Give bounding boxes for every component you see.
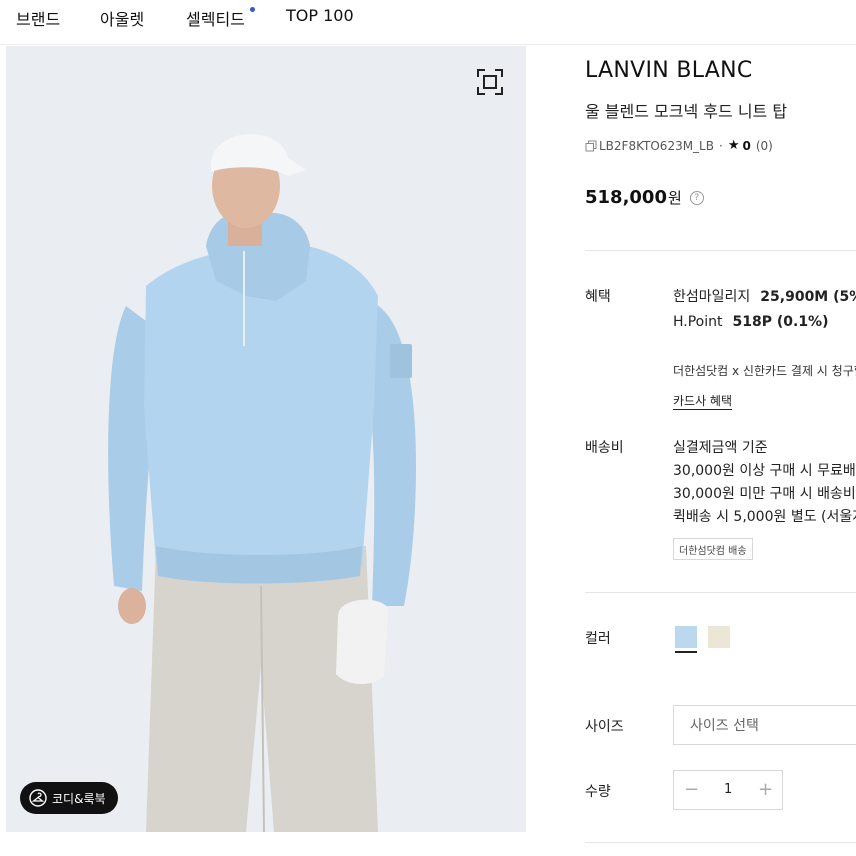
hpoint-label: H.Point bbox=[673, 314, 723, 330]
product-title: 울 블렌드 모크넥 후드 니트 탑 bbox=[585, 102, 788, 121]
lookbook-label: 코디&룩북 bbox=[52, 791, 106, 806]
shipping-line: 30,000원 미만 구매 시 배송비 부과 bbox=[673, 486, 856, 502]
delivery-tag: 더한섬닷컴 배송 bbox=[673, 538, 753, 560]
shipping-line: 퀵배송 시 5,000원 별도 (서울지역) bbox=[673, 509, 856, 525]
help-icon[interactable]: ? bbox=[689, 190, 704, 205]
plus-button[interactable]: + bbox=[758, 779, 773, 800]
hpoint-row: H.Point 518P (0.1%) bbox=[673, 314, 828, 330]
product-code: LB2F8KTO623M_LB bbox=[599, 138, 714, 153]
benefits-label: 혜택 bbox=[585, 289, 611, 305]
product-image[interactable] bbox=[6, 46, 526, 832]
shipping-label: 배송비 bbox=[585, 440, 624, 456]
nav-brand[interactable]: 브랜드 bbox=[16, 6, 60, 30]
price-value: 518,000 bbox=[585, 187, 667, 208]
color-swatch-beige[interactable] bbox=[708, 626, 730, 648]
top-nav: 브랜드 아울렛 셀렉티드 TOP 100 bbox=[0, 0, 856, 32]
size-placeholder: 사이즈 선택 bbox=[690, 718, 759, 734]
quantity-label: 수량 bbox=[585, 784, 611, 800]
divider bbox=[585, 842, 856, 843]
copy-icon[interactable] bbox=[585, 140, 597, 152]
new-indicator-dot bbox=[250, 7, 255, 12]
review-count[interactable]: (0) bbox=[756, 139, 773, 153]
brand-name[interactable]: LANVIN BLANC bbox=[585, 58, 753, 83]
mileage-value: 25,900M (5%) bbox=[760, 289, 856, 305]
divider bbox=[585, 250, 856, 251]
divider bbox=[585, 592, 856, 593]
price: 518,000 원 ? bbox=[585, 187, 704, 208]
size-label: 사이즈 bbox=[585, 719, 624, 735]
product-meta: LB2F8KTO623M_LB · ★ 0 (0) bbox=[585, 138, 773, 153]
shipping-line: 30,000원 이상 구매 시 무료배송 bbox=[673, 463, 856, 479]
size-select[interactable]: 사이즈 선택 bbox=[673, 705, 856, 745]
nav-top100[interactable]: TOP 100 bbox=[286, 6, 354, 25]
lookbook-button[interactable]: 코디&룩북 bbox=[20, 782, 118, 814]
color-label: 컬러 bbox=[585, 631, 611, 647]
shipping-line: 실결제금액 기준 bbox=[673, 440, 768, 456]
mileage-row: 한섬마일리지 25,900M (5%) bbox=[673, 286, 856, 306]
hpoint-value: 518P (0.1%) bbox=[732, 314, 829, 330]
card-promo-text: 더한섬닷컴 x 신한카드 결제 시 청구할인 bbox=[673, 364, 856, 378]
card-benefit-link[interactable]: 카드사 혜택 bbox=[673, 392, 733, 410]
meta-separator: · bbox=[718, 138, 723, 153]
nav-selected[interactable]: 셀렉티드 bbox=[186, 6, 245, 30]
hanger-icon bbox=[29, 789, 47, 807]
quantity-value[interactable]: 1 bbox=[724, 782, 732, 797]
color-swatch-light-blue[interactable] bbox=[675, 626, 697, 653]
star-icon: ★ bbox=[727, 138, 740, 153]
price-currency: 원 bbox=[667, 189, 682, 207]
expand-icon[interactable] bbox=[476, 68, 504, 96]
nav-outlet[interactable]: 아울렛 bbox=[100, 6, 144, 30]
model-illustration bbox=[6, 46, 526, 832]
nav-divider bbox=[0, 44, 856, 45]
minus-button[interactable]: − bbox=[684, 779, 699, 800]
quantity-stepper: − 1 + bbox=[673, 770, 783, 810]
mileage-label: 한섬마일리지 bbox=[673, 289, 751, 305]
rating-value: 0 bbox=[742, 138, 751, 153]
